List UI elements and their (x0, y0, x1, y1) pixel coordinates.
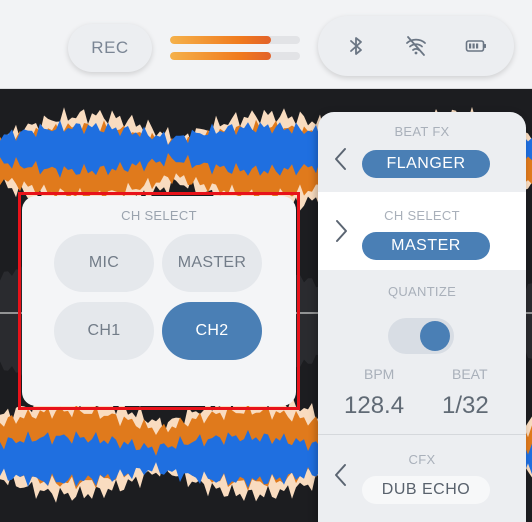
bluetooth-icon (350, 37, 362, 55)
status-pill[interactable] (318, 16, 514, 76)
chevron-right-icon[interactable] (332, 218, 350, 244)
top-bar: REC (0, 0, 532, 89)
level-meter-right (170, 52, 300, 60)
divider (318, 434, 526, 435)
chevron-left-icon[interactable] (332, 462, 350, 488)
beat-fx-selector[interactable]: FLANGER (362, 150, 490, 178)
ch-select-value[interactable]: MASTER (362, 232, 490, 260)
battery-icon (465, 40, 486, 52)
chevron-left-icon[interactable] (332, 146, 350, 172)
quantize-label: QUANTIZE (387, 284, 457, 299)
quantize-toggle[interactable] (388, 318, 454, 354)
rec-button[interactable]: REC (68, 24, 152, 72)
bpm-label: BPM (364, 366, 395, 382)
quantize-toggle-knob (420, 321, 450, 351)
rec-label: REC (91, 38, 129, 57)
fx-panel: BEAT FX FLANGER CH SELECT MASTER QUANTIZ… (318, 112, 526, 522)
highlight-frame (18, 192, 300, 410)
beat-value[interactable]: 1/32 (442, 392, 489, 420)
beat-label: BEAT (452, 366, 488, 382)
wifi-off-icon (406, 36, 426, 56)
bpm-value: 128.4 (344, 392, 405, 419)
level-meter-left (170, 36, 300, 44)
cfx-selector[interactable]: DUB ECHO (362, 476, 490, 504)
beat-fx-label: BEAT FX (394, 124, 450, 139)
